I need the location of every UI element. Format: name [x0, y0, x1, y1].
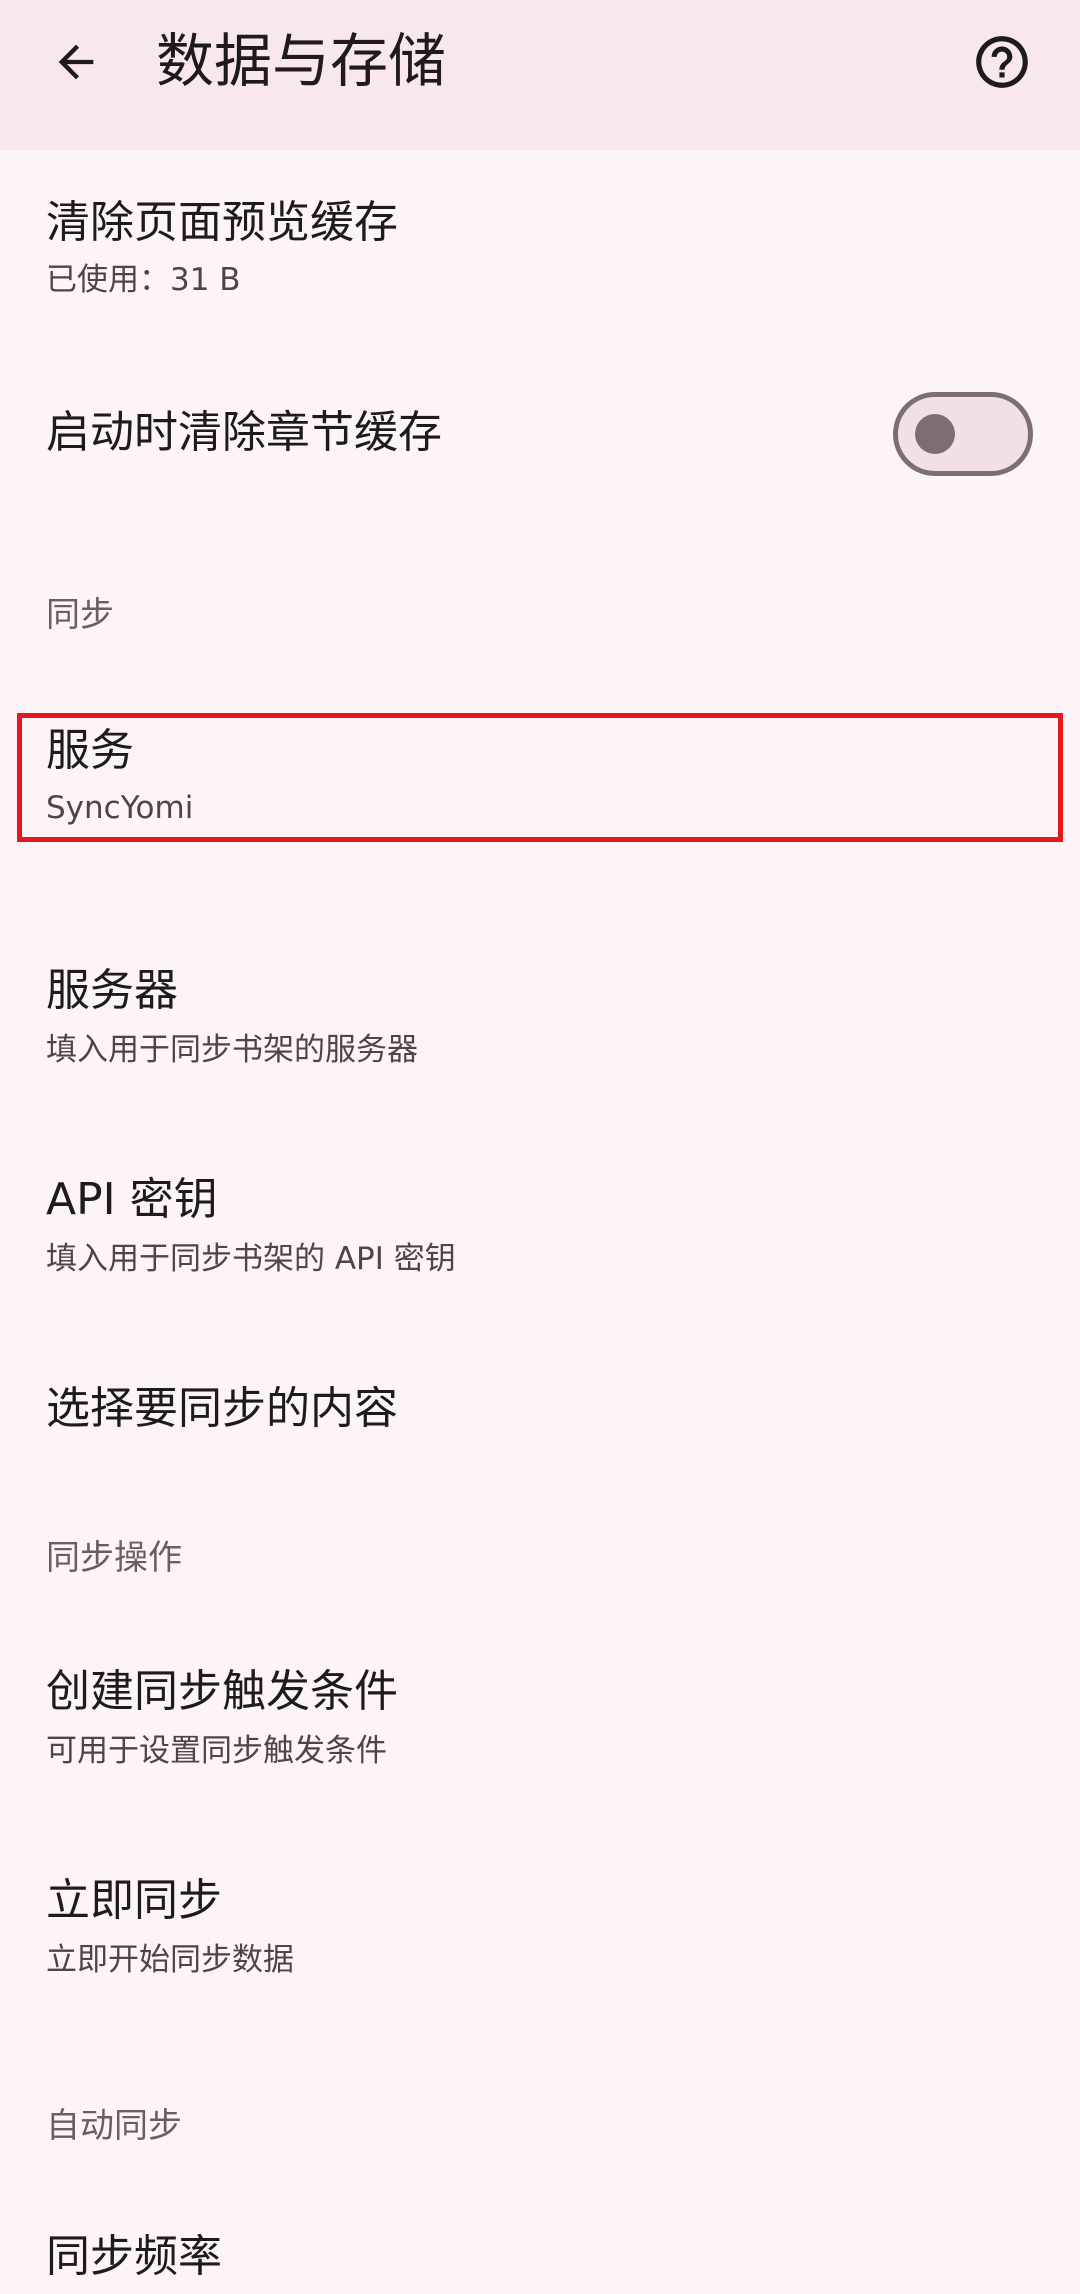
create-sync-triggers-description: 可用于设置同步触发条件 — [46, 1733, 387, 1769]
section-header-auto-sync: 自动同步 — [46, 2106, 182, 2146]
sync-service-item[interactable]: 服务 SyncYomi — [0, 690, 1080, 865]
api-key-title: API 密钥 — [46, 1174, 218, 1225]
page-title: 数据与存储 — [156, 27, 447, 95]
clear-preview-cache-usage: 已使用：31 B — [46, 262, 241, 298]
sync-now-title: 立即同步 — [46, 1875, 222, 1926]
create-sync-triggers-item[interactable]: 创建同步触发条件 可用于设置同步触发条件 — [0, 1635, 1080, 1815]
clear-preview-cache-item[interactable]: 清除页面预览缓存 已使用：31 B — [0, 150, 1080, 322]
back-button[interactable] — [36, 22, 116, 102]
sync-now-description: 立即开始同步数据 — [46, 1942, 294, 1978]
sync-frequency-item[interactable]: 同步频率 — [0, 2200, 1080, 2294]
sync-server-title: 服务器 — [46, 965, 178, 1016]
clear-preview-cache-title: 清除页面预览缓存 — [46, 197, 398, 248]
sync-now-item[interactable]: 立即同步 立即开始同步数据 — [0, 1850, 1080, 2030]
choose-sync-content-title: 选择要同步的内容 — [46, 1383, 398, 1434]
sync-service-title: 服务 — [46, 725, 134, 776]
top-app-bar: 数据与存储 — [0, 0, 1080, 150]
help-button[interactable] — [962, 22, 1042, 102]
sync-server-description: 填入用于同步书架的服务器 — [46, 1032, 418, 1068]
section-header-sync-actions: 同步操作 — [46, 1538, 182, 1578]
api-key-description: 填入用于同步书架的 API 密钥 — [46, 1241, 456, 1277]
sync-frequency-title: 同步频率 — [46, 2231, 222, 2282]
clear-chapter-cache-title: 启动时清除章节缓存 — [46, 407, 442, 458]
choose-sync-content-item[interactable]: 选择要同步的内容 — [0, 1360, 1080, 1460]
sync-service-value: SyncYomi — [46, 790, 194, 826]
create-sync-triggers-title: 创建同步触发条件 — [46, 1666, 398, 1717]
section-header-sync: 同步 — [46, 595, 114, 635]
sync-server-item[interactable]: 服务器 填入用于同步书架的服务器 — [0, 925, 1080, 1105]
arrow-back-icon — [58, 44, 94, 80]
api-key-item[interactable]: API 密钥 填入用于同步书架的 API 密钥 — [0, 1135, 1080, 1315]
clear-chapter-cache-toggle[interactable] — [893, 392, 1033, 476]
help-circle-icon — [976, 36, 1028, 88]
toggle-thumb — [915, 414, 955, 454]
